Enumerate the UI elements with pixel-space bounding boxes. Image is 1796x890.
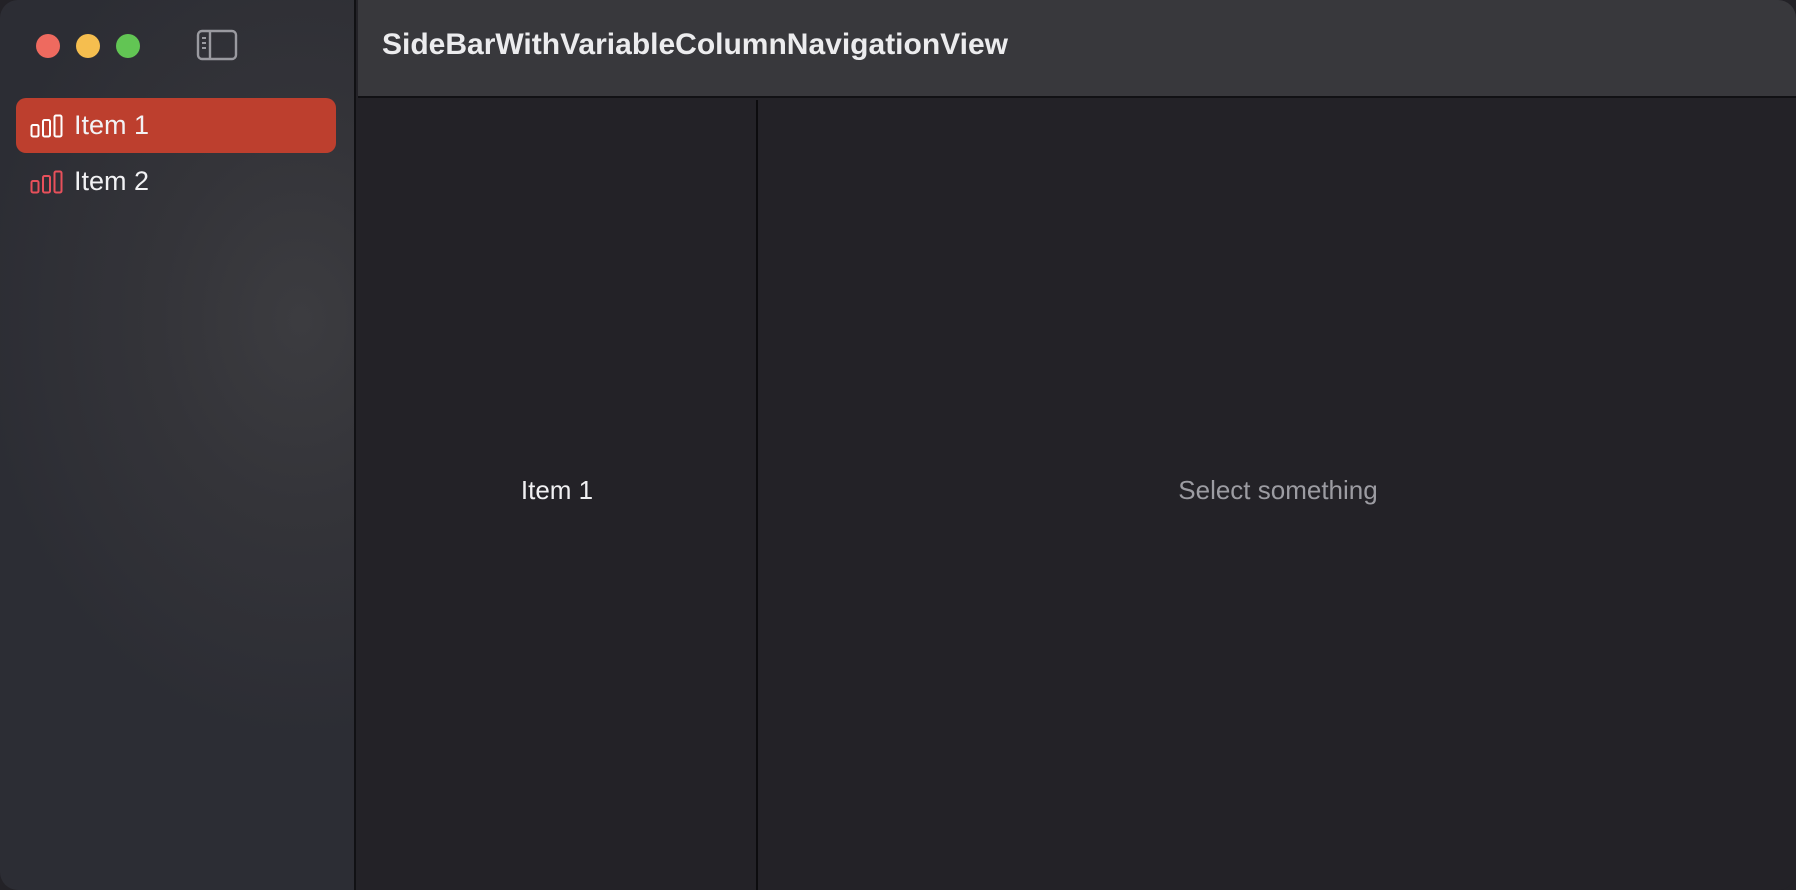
detail-placeholder: Select something bbox=[1178, 474, 1378, 505]
detail-pane: Select something bbox=[760, 100, 1796, 890]
content-column-text: Item 1 bbox=[520, 474, 594, 505]
sidebar-left-icon bbox=[196, 29, 238, 61]
close-window-button[interactable] bbox=[36, 34, 60, 58]
app-window: Item 1 Item 2 SideBarWithVariableColumnN… bbox=[0, 0, 1796, 890]
sidebar-item-2[interactable]: Item 2 bbox=[16, 154, 336, 209]
sidebar-toggle-button[interactable] bbox=[196, 28, 238, 62]
sidebar: Item 1 Item 2 bbox=[0, 0, 356, 890]
chart-bar-icon bbox=[30, 114, 63, 137]
minimize-window-button[interactable] bbox=[76, 34, 100, 58]
sidebar-item-label: Item 2 bbox=[74, 166, 150, 196]
sidebar-item-label: Item 1 bbox=[74, 110, 150, 140]
zoom-window-button[interactable] bbox=[116, 34, 140, 58]
chart-bar-icon bbox=[30, 170, 63, 193]
sidebar-list: Item 1 Item 2 bbox=[16, 98, 336, 210]
window-title: SideBarWithVariableColumnNavigationView bbox=[382, 28, 1008, 61]
title-bar: SideBarWithVariableColumnNavigationView bbox=[358, 0, 1796, 98]
sidebar-item-1[interactable]: Item 1 bbox=[16, 98, 336, 153]
content-column: Item 1 bbox=[358, 100, 758, 890]
